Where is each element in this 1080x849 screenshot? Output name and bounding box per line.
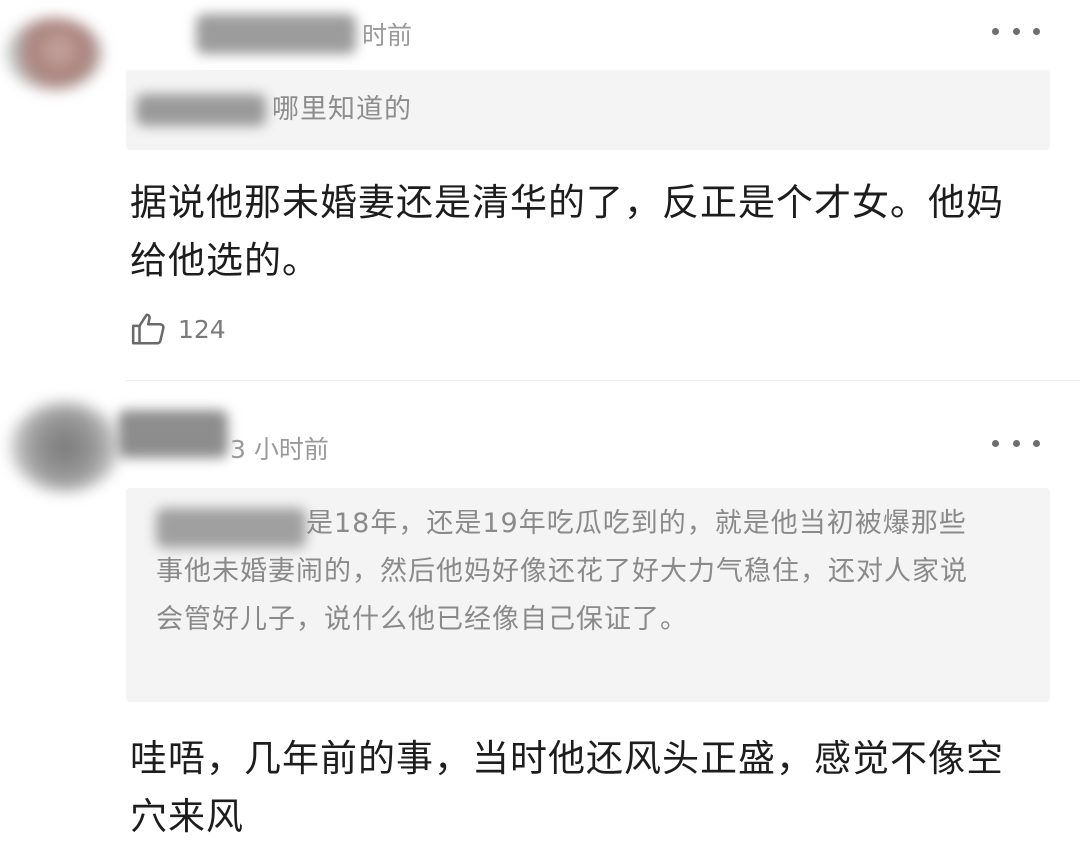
timestamp: 时前 (362, 21, 413, 50)
more-dot (1033, 27, 1040, 35)
more-options-button[interactable] (992, 428, 1040, 458)
comment-item: 3 小时前 是18年，还是19年吃瓜吃到的，就是他当初被爆那些事他未婚妻闹的，然… (0, 388, 1080, 849)
more-dot (1012, 27, 1020, 35)
divider (126, 380, 1080, 381)
thumbs-up-icon (131, 313, 165, 345)
username[interactable] (118, 410, 228, 458)
more-dot (992, 439, 999, 447)
username[interactable] (196, 14, 356, 54)
more-dot (992, 27, 999, 35)
quoted-text: 哪里知道的 (272, 94, 412, 125)
quoted-reply[interactable]: 是18年，还是19年吃瓜吃到的，就是他当初被爆那些事他未婚妻闹的，然后他妈好像还… (126, 488, 1050, 702)
timestamp: 3 小时前 (230, 435, 329, 464)
like-button[interactable]: 124 (130, 310, 226, 348)
more-dot (1012, 439, 1020, 447)
comment-item: 时前 哪里知道的 据说他那未婚妻还是清华的了，反正是个才女。他妈给他选的。 12… (0, 0, 1080, 388)
more-dot (1033, 439, 1040, 447)
quoted-username (136, 94, 266, 126)
comment-text: 哇唔，几年前的事，当时他还风头正盛，感觉不像空穴来风 (130, 737, 1004, 838)
more-options-button[interactable] (992, 16, 1040, 46)
like-count: 124 (178, 314, 226, 344)
comment-text: 据说他那未婚妻还是清华的了，反正是个才女。他妈给他选的。 (130, 181, 1004, 282)
avatar[interactable] (10, 402, 120, 492)
avatar[interactable] (6, 18, 102, 90)
quoted-reply[interactable]: 哪里知道的 (126, 70, 1050, 150)
quoted-text: 是18年，还是19年吃瓜吃到的，就是他当初被爆那些事他未婚妻闹的，然后他妈好像还… (156, 508, 968, 635)
